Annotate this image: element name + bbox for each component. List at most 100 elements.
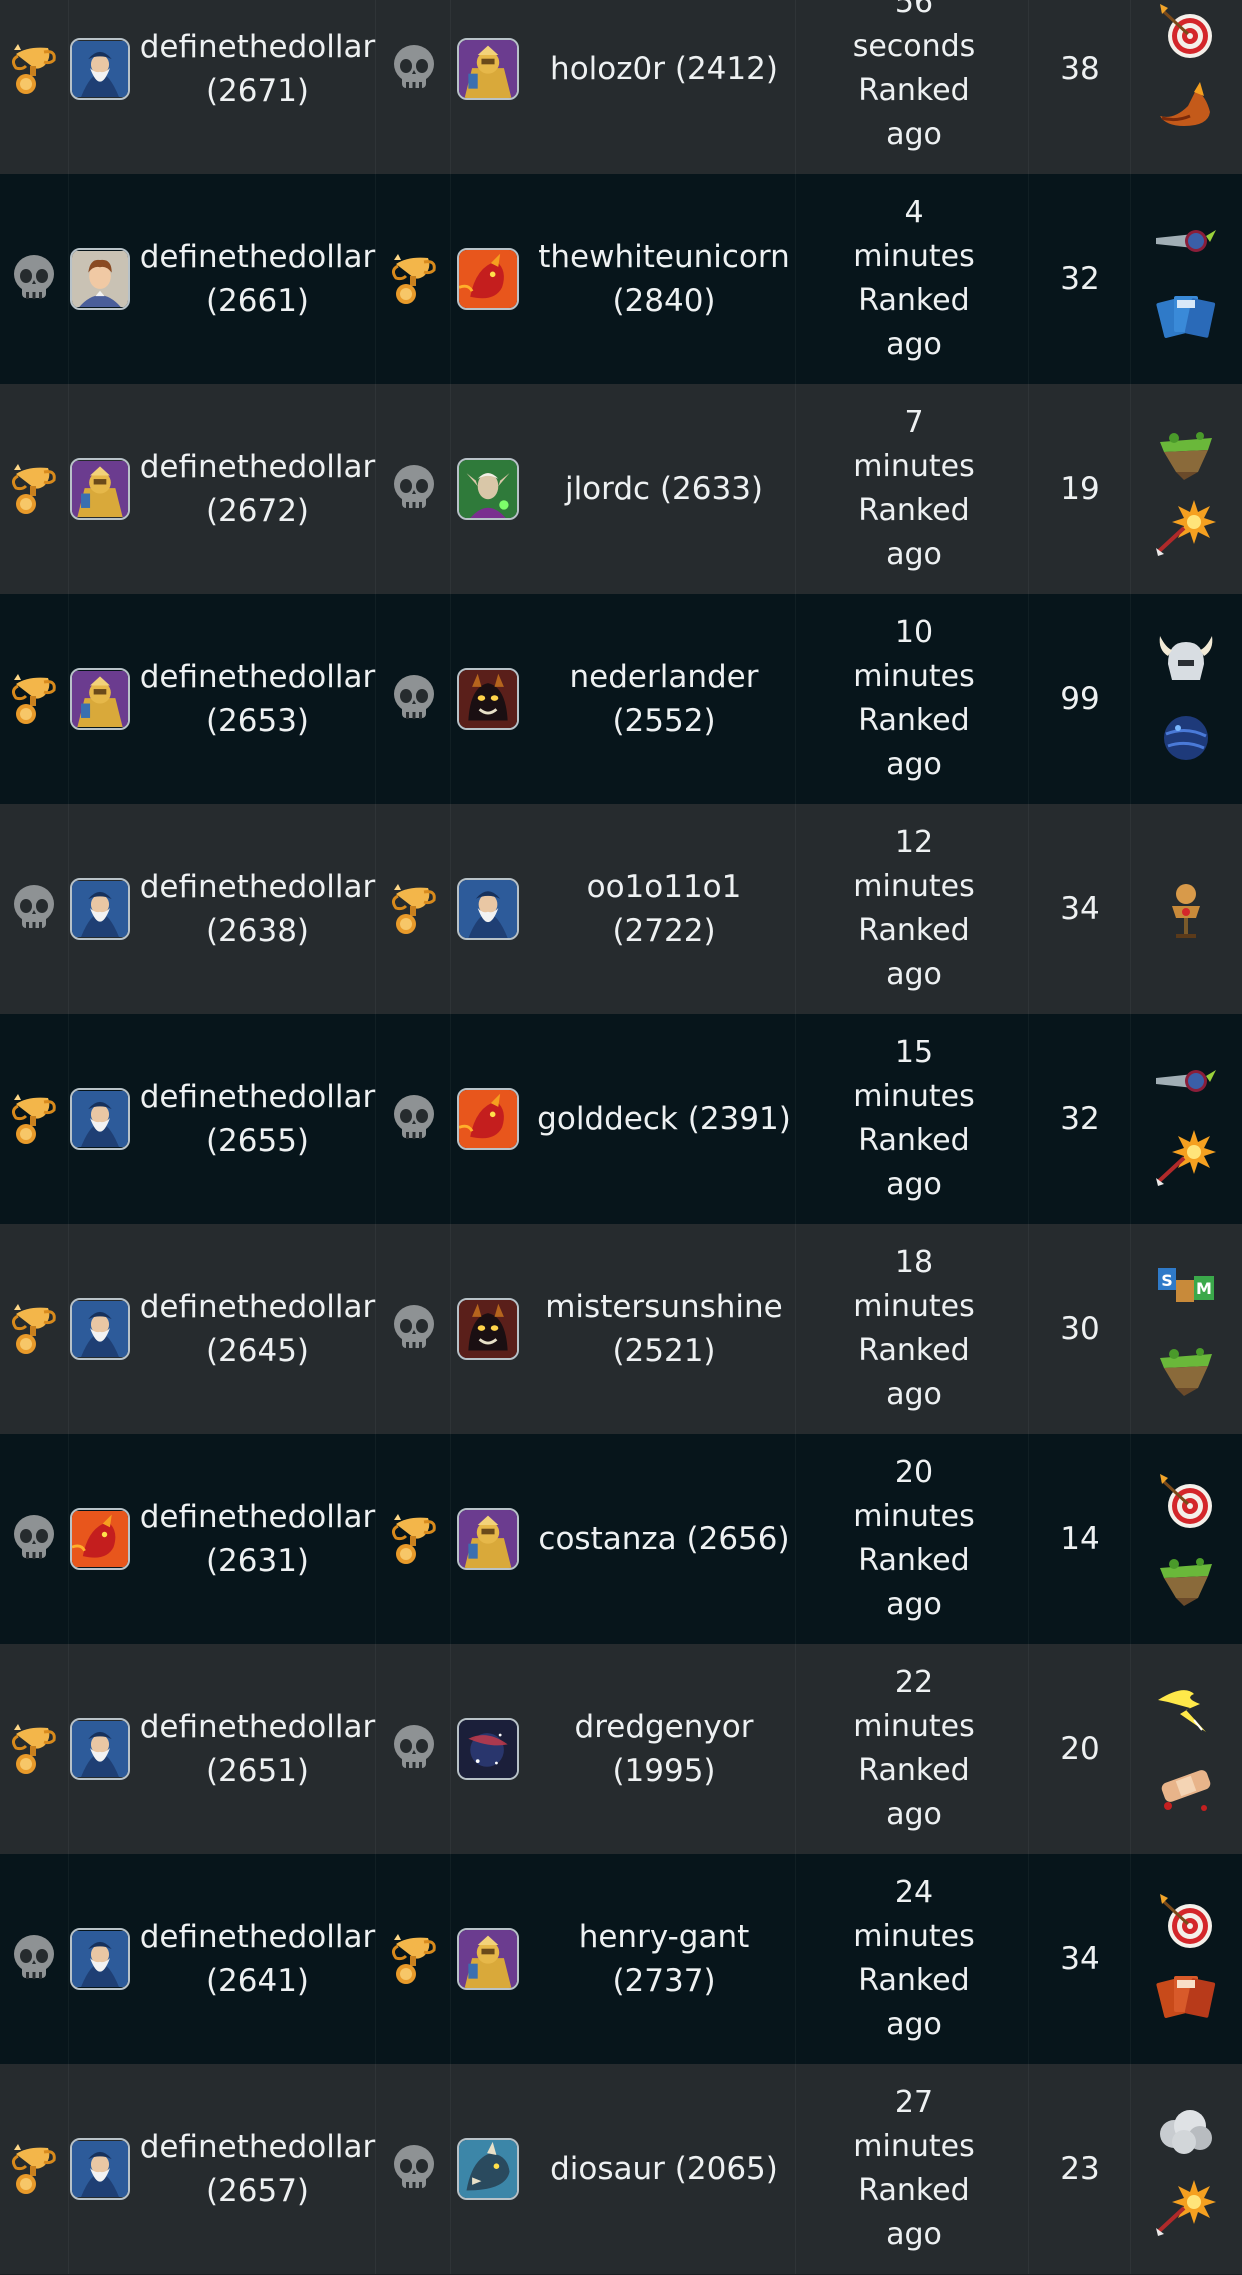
player1-name[interactable]: definethedollar (2671) — [140, 25, 375, 113]
player-name-text: henry-gant — [578, 1919, 750, 1955]
skull-icon — [388, 460, 440, 518]
wizard-avatar — [457, 878, 519, 940]
target-icon[interactable] — [1154, 1890, 1218, 1952]
player1-avatar-cell — [70, 1224, 130, 1434]
time-ago: ago — [886, 1797, 942, 1832]
player-rating: (2657) — [205, 2173, 310, 2209]
player1-result-cell — [0, 804, 68, 1014]
player1-avatar-cell — [70, 384, 130, 594]
explosion-icon[interactable] — [1154, 496, 1218, 558]
trophy-icon — [388, 1930, 440, 1988]
time-cell: 24 minutes Ranked ago — [798, 1854, 1030, 2064]
battle-row[interactable]: definethedollar (2672) jlordc (2633) 7 minut… — [0, 384, 1242, 595]
cards-icon[interactable] — [1154, 286, 1218, 348]
player2-name[interactable]: oo1o11o1 (2722) — [530, 865, 798, 953]
player2-name[interactable]: diosaur (2065) — [546, 2147, 782, 2191]
player-name-text: definethedollar — [139, 1079, 376, 1115]
player-name-text: definethedollar — [139, 1499, 376, 1535]
lightning-icon[interactable] — [1154, 1680, 1218, 1742]
battle-row[interactable]: definethedollar (2631) costanza (2656) 20 mi… — [0, 1434, 1242, 1645]
battle-row[interactable]: definethedollar (2661) thewhiteunicorn (284… — [0, 174, 1242, 385]
wizard-avatar — [70, 878, 130, 940]
wizard-avatar — [70, 2138, 130, 2200]
mana-cell: 30 — [1030, 1224, 1130, 1434]
player2-avatar-cell — [450, 384, 526, 594]
explosion-icon[interactable] — [1154, 1126, 1218, 1188]
battle-row[interactable]: definethedollar (2641) henry-gant (2737) 24… — [0, 1854, 1242, 2065]
training-dummy-icon[interactable] — [1154, 878, 1218, 940]
player-rating: (2672) — [205, 493, 310, 529]
player2-name[interactable]: golddeck (2391) — [533, 1097, 795, 1141]
player2-name[interactable]: nederlander (2552) — [566, 655, 763, 743]
player2-name[interactable]: costanza (2656) — [534, 1517, 793, 1561]
player1-result-cell — [0, 384, 68, 594]
splinter-sml-icon[interactable]: SM — [1154, 1260, 1218, 1322]
player-rating: (2521) — [612, 1333, 716, 1369]
player-rating: (2065) — [674, 2151, 778, 2187]
player2-name[interactable]: dredgenyor (1995) — [571, 1705, 758, 1793]
target-icon[interactable] — [1154, 0, 1218, 62]
time-unit: minutes — [853, 449, 975, 484]
player1-name[interactable]: definethedollar (2653) — [140, 655, 375, 743]
player1-name-cell: definethedollar (2645) — [135, 1224, 380, 1434]
player1-name[interactable]: definethedollar (2638) — [140, 865, 375, 953]
player-rating: (2656) — [686, 1521, 790, 1557]
player1-name[interactable]: definethedollar (2672) — [140, 445, 375, 533]
player2-name[interactable]: jlordc (2633) — [561, 467, 767, 511]
island-icon[interactable] — [1154, 1336, 1218, 1398]
viking-helmet-icon[interactable] — [1154, 630, 1218, 692]
explosion-icon[interactable] — [1154, 2176, 1218, 2238]
player2-name[interactable]: thewhiteunicorn (2840) — [534, 235, 793, 323]
red-cards-icon[interactable] — [1154, 1966, 1218, 2028]
time-cell: 15 minutes Ranked ago — [798, 1014, 1030, 1224]
smoke-cloud-icon[interactable] — [1154, 2100, 1218, 2162]
mana-cap: 32 — [1060, 1101, 1100, 1137]
island-icon[interactable] — [1154, 420, 1218, 482]
island-icon[interactable] — [1154, 1546, 1218, 1608]
battle-row[interactable]: definethedollar (2651) dredgenyor (1995) 22 m… — [0, 1644, 1242, 1855]
skull-icon — [388, 1300, 440, 1358]
player2-name[interactable]: holoz0r (2412) — [546, 47, 782, 91]
player1-name[interactable]: definethedollar (2655) — [140, 1075, 375, 1163]
player1-name[interactable]: definethedollar (2641) — [140, 1915, 375, 2003]
player1-name[interactable]: definethedollar (2651) — [140, 1705, 375, 1793]
trophy-icon — [8, 460, 60, 518]
player-rating: (2671) — [205, 73, 310, 109]
player-rating: (2633) — [659, 471, 764, 507]
battle-row[interactable]: definethedollar (2645) mistersunshine (2521… — [0, 1224, 1242, 1435]
battle-row[interactable]: definethedollar (2653) nederlander (2552) 10… — [0, 594, 1242, 805]
player2-name-cell: nederlander (2552) — [530, 594, 798, 804]
player-rating: (2722) — [612, 913, 716, 949]
mana-cap: 20 — [1060, 1731, 1100, 1767]
player1-name[interactable]: definethedollar (2631) — [140, 1495, 375, 1583]
player1-name[interactable]: definethedollar (2661) — [140, 235, 375, 323]
skull-icon — [388, 1720, 440, 1778]
bandage-icon[interactable] — [1154, 1756, 1218, 1818]
player1-result-cell — [0, 1224, 68, 1434]
skull-icon — [8, 250, 60, 308]
time-number: 27 — [894, 2085, 934, 2120]
player1-name[interactable]: definethedollar (2657) — [140, 2125, 375, 2213]
target-icon[interactable] — [1154, 1470, 1218, 1532]
player1-name-cell: definethedollar (2672) — [135, 384, 380, 594]
player2-avatar-cell — [450, 0, 526, 174]
battle-time: 20 minutes Ranked ago — [798, 1451, 1030, 1627]
player-name-text: nederlander — [569, 659, 759, 695]
battle-row[interactable]: definethedollar (2671) holoz0r (2412) 56 sec… — [0, 0, 1242, 175]
time-ago: ago — [886, 2217, 942, 2252]
battle-row[interactable]: definethedollar (2657) diosaur (2065) 27 min… — [0, 2064, 1242, 2275]
comet-icon[interactable] — [1154, 210, 1218, 272]
player1-name-cell: definethedollar (2631) — [135, 1434, 380, 1644]
player1-name-cell: definethedollar (2638) — [135, 804, 380, 1014]
ember-boots-icon[interactable] — [1154, 76, 1218, 138]
time-number: 22 — [894, 1665, 934, 1700]
time-number: 20 — [894, 1455, 934, 1490]
globe-icon[interactable] — [1154, 706, 1218, 768]
comet-icon[interactable] — [1154, 1050, 1218, 1112]
player1-name[interactable]: definethedollar (2645) — [140, 1285, 375, 1373]
player2-name[interactable]: henry-gant (2737) — [530, 1915, 798, 2003]
battle-row[interactable]: definethedollar (2655) golddeck (2391) 15 mi… — [0, 1014, 1242, 1225]
battle-row[interactable]: definethedollar (2638) oo1o11o1 (2722) 12 mi… — [0, 804, 1242, 1015]
player2-name[interactable]: mistersunshine (2521) — [541, 1285, 787, 1373]
wizard-avatar — [70, 38, 130, 100]
